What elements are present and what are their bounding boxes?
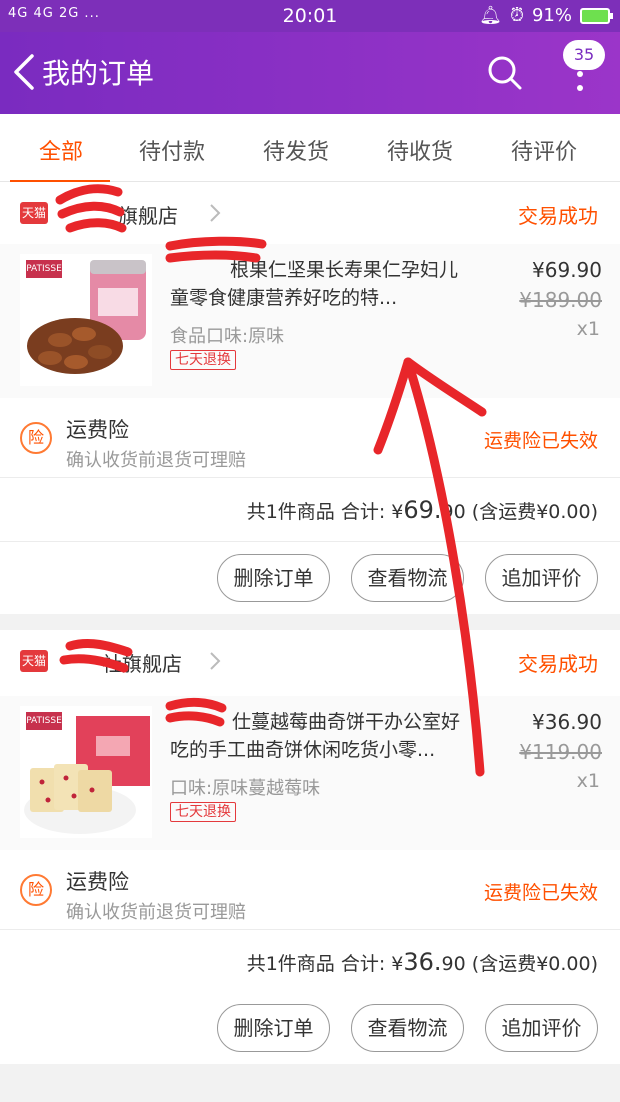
currency-symbol: ¥ [391,501,404,523]
shipping-fee: (含运费¥0.00) [471,953,598,975]
delete-order-button[interactable]: 删除订单 [217,554,330,602]
currency-symbol: ¥ [391,953,404,975]
total-decimal: 90 [441,501,466,523]
order-status: 交易成功 [518,204,598,228]
order-item[interactable]: PATISSE 仕蔓越莓曲奇饼干办公室好吃的手工曲奇饼休闲吃货小零... 口味:… [0,696,620,850]
cookie-box-illustration [24,716,150,834]
add-review-button[interactable]: 追加评价 [485,1004,598,1052]
view-logistics-button[interactable]: 查看物流 [351,554,464,602]
shop-header[interactable]: 天猫 社旗舰店 交易成功 [0,630,620,692]
tab-all[interactable]: 全部 [6,134,116,166]
shop-name: 社旗舰店 [102,652,182,676]
total-label: 合计: [340,501,386,523]
search-icon[interactable] [484,52,524,92]
insurance-icon: 险 [20,422,52,454]
product-image-cookies[interactable]: PATISSE [20,706,152,838]
total-decimal: 90 [441,953,466,975]
order-summary: 共1件商品 合计: ¥69.90 (含运费¥0.00) [0,478,620,542]
product-title[interactable]: 仕蔓越莓曲奇饼干办公室好吃的手工曲奇饼休闲吃货小零... [170,708,470,764]
bell-icon: 🔔︎ [479,5,502,26]
battery-level: 91% [531,5,572,26]
insurance-status: 运费险已失效 [483,430,598,452]
order-summary: 共1件商品 合计: ¥36.90 (含运费¥0.00) [0,930,620,994]
insurance-title: 运费险 [66,870,129,894]
tab-pending-payment[interactable]: 待付款 [117,134,227,166]
product-quantity: x1 [576,318,600,340]
alarm-icon: ⏰︎ [509,5,524,26]
tab-pending-receipt[interactable]: 待收货 [365,134,475,166]
product-price: ¥69.90 [532,258,602,282]
order-item[interactable]: PATISSE 根果仁坚果长寿果仁孕妇儿童零食健康营养好吃的特... 食品口味:… [0,244,620,398]
order-card: 天猫 社旗舰店 交易成功 PATISSE 仕蔓越莓曲奇饼干办公室好吃的手工曲奇饼… [0,630,620,1064]
total-integer: 36. [403,948,442,976]
chevron-right-icon [210,204,221,222]
product-image-pecans[interactable]: PATISSE [20,254,152,386]
product-spec: 食品口味:原味 [170,326,285,347]
back-icon[interactable] [10,52,40,92]
tab-pending-shipment[interactable]: 待发货 [241,134,351,166]
insurance-icon: 险 [20,874,52,906]
navigation-bar: 我的订单 [0,32,620,114]
item-count: 共1件商品 [246,953,335,975]
shop-name: 旗舰店 [118,204,178,228]
product-quantity: x1 [576,770,600,792]
order-total: 共1件商品 合计: ¥36.90 (含运费¥0.00) [247,948,598,976]
chevron-right-icon [210,652,221,670]
order-card: 天猫 旗舰店 交易成功 PATISSE 根果仁坚果长寿果仁孕妇儿童零食健康营养好… [0,182,620,614]
add-review-button[interactable]: 追加评价 [485,554,598,602]
shipping-insurance: 险 运费险 确认收货前退货可理赔 运费险已失效 [0,850,620,930]
status-bar: 4G 4G 2G ... 20:01 🔔︎ ⏰︎ 91% [0,0,620,32]
order-total: 共1件商品 合计: ¥69.90 (含运费¥0.00) [247,496,598,524]
tab-pending-review[interactable]: 待评价 [489,134,599,166]
order-actions: 删除订单 查看物流 追加评价 [0,542,620,614]
insurance-description: 确认收货前退货可理赔 [66,902,246,923]
battery-icon [580,7,613,24]
original-price: ¥189.00 [519,288,602,312]
pecan-jar-illustration [27,260,146,374]
message-badge[interactable]: 35 [563,40,605,70]
insurance-description: 确认收货前退货可理赔 [66,450,246,471]
product-price: ¥36.90 [532,710,602,734]
insurance-status: 运费险已失效 [483,882,598,904]
total-label: 合计: [340,953,386,975]
shipping-insurance: 险 运费险 确认收货前退货可理赔 运费险已失效 [0,398,620,478]
product-title[interactable]: 根果仁坚果长寿果仁孕妇儿童零食健康营养好吃的特... [170,256,470,312]
order-tabs: 全部 待付款 待发货 待收货 待评价 [0,114,620,182]
page-title: 我的订单 [42,57,155,90]
view-logistics-button[interactable]: 查看物流 [351,1004,464,1052]
shipping-fee: (含运费¥0.00) [471,501,598,523]
product-spec: 口味:原味蔓越莓味 [170,778,321,799]
return-policy-tag: 七天退换 [170,350,236,370]
item-count: 共1件商品 [246,501,335,523]
return-policy-tag: 七天退换 [170,802,236,822]
tmall-icon: 天猫 [20,650,48,672]
tmall-icon: 天猫 [20,202,48,224]
total-integer: 69. [403,496,442,524]
original-price: ¥119.00 [519,740,602,764]
delete-order-button[interactable]: 删除订单 [217,1004,330,1052]
status-right: 🔔︎ ⏰︎ 91% [479,5,613,26]
insurance-title: 运费险 [66,418,129,442]
order-actions: 删除订单 查看物流 追加评价 [0,992,620,1064]
order-status: 交易成功 [518,652,598,676]
shop-header[interactable]: 天猫 旗舰店 交易成功 [0,182,620,244]
